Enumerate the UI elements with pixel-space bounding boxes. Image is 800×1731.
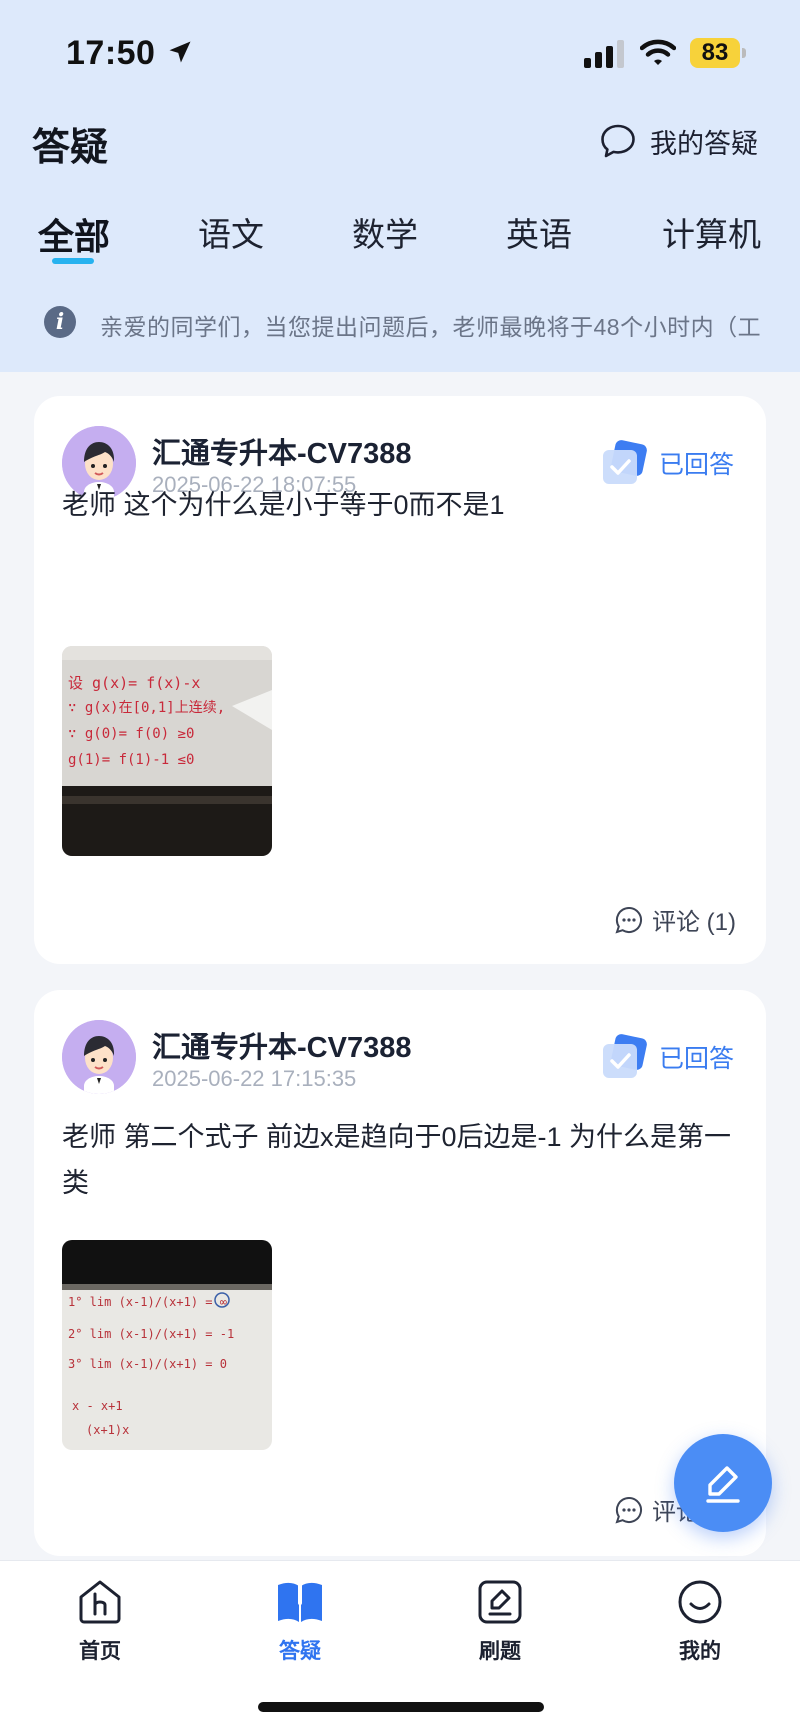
location-arrow-icon (169, 41, 191, 63)
username: 汇通专升本-CV7388 (152, 438, 412, 470)
home-indicator[interactable] (258, 1702, 544, 1712)
image-line: x - x+1 (72, 1399, 123, 1413)
image-line: 2° lim (x-1)/(x+1) = -1 (68, 1327, 234, 1341)
tab-computer[interactable]: 计算机 (662, 208, 761, 256)
tab-english[interactable]: 英语 (506, 208, 572, 256)
image-line: (x+1)x (86, 1423, 129, 1437)
image-line: 1° lim (x-1)/(x+1) = ∞ (68, 1295, 227, 1309)
question-card[interactable]: 汇通专升本-CV7388 2025-06-22 18:07:55 已回答 老师 … (34, 396, 766, 964)
notice-bar: i 亲爱的同学们，当您提出问题后，老师最晚将于48个小时内（工 (0, 292, 800, 356)
my-questions-label: 我的答疑 (650, 128, 758, 159)
nav-home-label: 首页 (79, 1640, 121, 1663)
question-text: 老师 这个为什么是小于等于0而不是1 (62, 490, 505, 520)
avatar (62, 1020, 136, 1094)
post-time: 2025-06-22 17:15:35 (152, 1066, 357, 1091)
question-text: 老师 第二个式子 前边x是趋向于0后边是-1 为什么是第一类 (62, 1122, 732, 1198)
battery-indicator: 83 (690, 38, 746, 68)
comments-button[interactable]: 评论 (1) (614, 902, 736, 937)
cellular-signal-icon (584, 40, 624, 68)
image-line: g(1)= f(1)-1 ≤0 (68, 752, 194, 768)
image-line: 设 g(x)= f(x)-x (68, 674, 200, 692)
notice-text: 亲爱的同学们，当您提出问题后，老师最晚将于48个小时内（工 (100, 314, 762, 340)
home-icon (79, 1580, 121, 1624)
nav-practice-label: 刷题 (479, 1640, 521, 1663)
username: 汇通专升本-CV7388 (152, 1032, 412, 1064)
answered-check-icon (602, 1034, 647, 1078)
image-line: 3° lim (x-1)/(x+1) = 0 (68, 1357, 227, 1371)
active-tab-indicator (52, 258, 94, 264)
smile-icon (678, 1580, 722, 1624)
chat-bubble-icon (601, 124, 635, 158)
answered-check-icon (602, 440, 647, 484)
answered-label: 已回答 (658, 451, 734, 479)
tab-chinese[interactable]: 语文 (198, 208, 264, 256)
nav-qa-label: 答疑 (279, 1640, 321, 1663)
wifi-icon (640, 39, 676, 65)
pencil-icon (706, 1466, 740, 1503)
nav-qa[interactable]: 答疑 (245, 1577, 355, 1665)
edit-box-icon (478, 1580, 522, 1624)
book-icon (278, 1582, 322, 1622)
nav-practice[interactable]: 刷题 (445, 1577, 555, 1665)
question-image[interactable]: 1° lim (x-1)/(x+1) = ∞ 2° lim (x-1)/(x+1… (62, 1240, 272, 1450)
answered-badge: 已回答 (601, 1034, 734, 1080)
comment-icon (615, 906, 643, 934)
nav-profile[interactable]: 我的 (645, 1577, 755, 1665)
answered-badge: 已回答 (601, 440, 734, 486)
tab-math[interactable]: 数学 (352, 208, 418, 256)
status-time: 17:50 (66, 34, 156, 72)
my-questions-button[interactable]: 我的答疑 (598, 118, 758, 164)
question-card[interactable]: 汇通专升本-CV7388 2025-06-22 17:15:35 已回答 老师 … (34, 990, 766, 1556)
battery-level: 83 (690, 38, 740, 68)
nav-home[interactable]: 首页 (45, 1577, 155, 1665)
page-title: 答疑 (32, 127, 109, 169)
answered-label: 已回答 (658, 1045, 734, 1073)
comments-label: 评论 (1) (652, 909, 736, 936)
tab-all[interactable]: 全部 (38, 208, 110, 260)
image-line: ∵ g(x)在[0,1]上连续, (68, 699, 225, 716)
question-image[interactable]: 设 g(x)= f(x)-x ∵ g(x)在[0,1]上连续, ∵ g(0)= … (62, 646, 272, 856)
nav-profile-label: 我的 (679, 1640, 721, 1663)
ask-question-button[interactable] (674, 1434, 772, 1532)
info-icon: i (44, 306, 76, 338)
battery-cap (742, 48, 746, 58)
image-line: ∵ g(0)= f(0) ≥0 (68, 726, 194, 742)
comment-icon (615, 1496, 643, 1524)
